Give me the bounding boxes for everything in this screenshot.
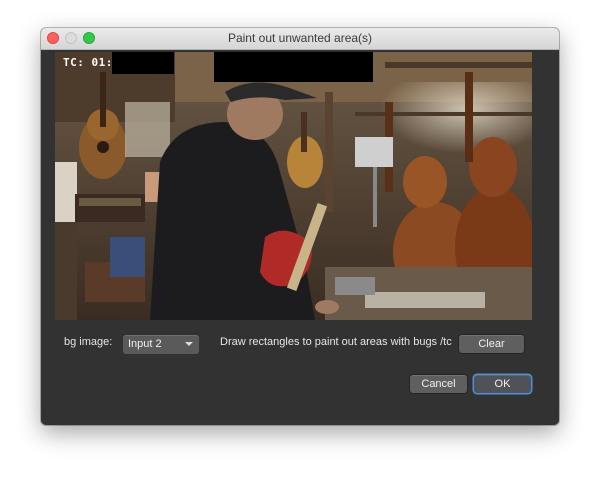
- video-frame-image: [55, 52, 532, 320]
- bg-image-label: bg image:: [64, 336, 113, 348]
- clear-button[interactable]: Clear: [459, 335, 524, 353]
- ok-button[interactable]: OK: [474, 375, 531, 393]
- title-bar[interactable]: Paint out unwanted area(s): [41, 28, 559, 50]
- cancel-button[interactable]: Cancel: [410, 375, 467, 393]
- image-canvas[interactable]: TC: 01:: [55, 52, 532, 320]
- instruction-text: Draw rectangles to paint out areas with …: [220, 336, 452, 348]
- dialog-window: Paint out unwanted area(s) TC: 01: bg im…: [41, 28, 559, 425]
- painted-out-rectangle[interactable]: [214, 52, 373, 82]
- painted-out-rectangle[interactable]: [112, 52, 174, 74]
- timecode-overlay: TC: 01:: [63, 56, 113, 69]
- bg-image-select-value: Input 2: [128, 338, 162, 350]
- chevron-down-icon: [185, 342, 193, 346]
- window-title: Paint out unwanted area(s): [227, 31, 373, 45]
- bg-image-select[interactable]: Input 2: [123, 335, 199, 354]
